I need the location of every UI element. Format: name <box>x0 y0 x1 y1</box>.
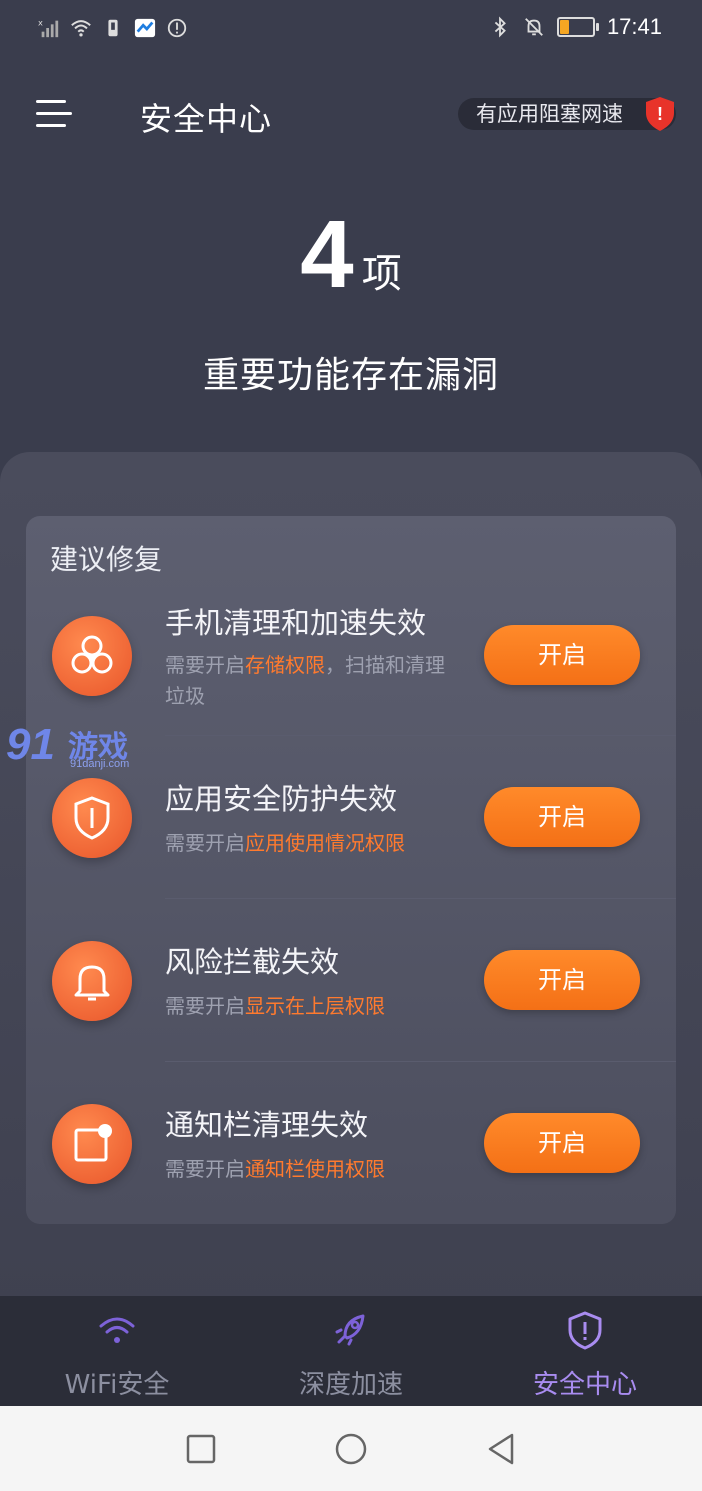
bottom-tab-bar: WiFi安全 深度加速 安全中心 <box>0 1296 702 1406</box>
sim-icon <box>108 19 118 37</box>
rocket-icon <box>335 1314 365 1346</box>
back-triangle-icon[interactable] <box>484 1432 518 1466</box>
alert-shield-icon: ! <box>646 97 674 131</box>
tab-security-center[interactable]: 安全中心 <box>468 1296 702 1406</box>
tab-deep-speedup[interactable]: 深度加速 <box>234 1296 468 1406</box>
svg-text:x: x <box>38 17 43 27</box>
bluetooth-icon <box>494 16 506 38</box>
recents-square-icon[interactable] <box>184 1432 218 1466</box>
tab-label: WiFi安全 <box>64 1370 170 1400</box>
enable-button[interactable]: 开启 <box>484 787 640 847</box>
enable-button[interactable]: 开启 <box>484 625 640 685</box>
fix-suggestions-card: 建议修复 手机清理和加速失效 需要开启存储权限，扫描和清理垃圾 开启 应用安全防… <box>26 516 676 1224</box>
card-title: 建议修复 <box>50 543 163 576</box>
tab-label: 深度加速 <box>298 1370 403 1400</box>
divider <box>165 898 676 899</box>
divider <box>165 1061 676 1062</box>
wifi-icon <box>99 1317 135 1343</box>
item-desc: 需要开启通知栏使用权限 <box>165 1157 385 1181</box>
network-alert-text: 有应用阻塞网速 <box>476 102 623 126</box>
item-name: 应用安全防护失效 <box>165 782 398 816</box>
mute-bell-icon <box>525 18 543 36</box>
page-title: 安全中心 <box>140 100 273 138</box>
svg-text:!: ! <box>657 104 663 124</box>
wifi-icon <box>71 20 91 37</box>
status-right-icons: 17:41 <box>489 14 662 40</box>
list-item-risk-intercept: 风险拦截失效 需要开启显示在上层权限 开启 <box>26 919 676 1082</box>
bell-icon <box>52 941 132 1021</box>
status-bar: x 17:41 <box>0 0 702 60</box>
battery-icon <box>556 17 599 37</box>
enable-button[interactable]: 开启 <box>484 950 640 1010</box>
item-desc: 需要开启显示在上层权限 <box>165 994 385 1018</box>
issue-count-number: 4 <box>300 201 354 308</box>
alert-circle-icon <box>167 18 187 38</box>
home-circle-icon[interactable] <box>334 1432 368 1466</box>
issue-count-unit: 项 <box>361 252 402 296</box>
issue-count: 4项 <box>0 200 702 310</box>
status-left-icons: x <box>38 16 188 40</box>
menu-icon[interactable] <box>36 98 72 132</box>
divider <box>165 735 676 736</box>
tab-label: 安全中心 <box>532 1370 637 1400</box>
watermark-logo: 91 游戏 91danji.com <box>6 720 130 770</box>
tab-wifi-security[interactable]: WiFi安全 <box>0 1296 234 1406</box>
shield-icon <box>52 778 132 858</box>
status-time: 17:41 <box>606 14 662 39</box>
enable-button[interactable]: 开启 <box>484 1113 640 1173</box>
item-name: 手机清理和加速失效 <box>165 606 427 640</box>
item-name: 通知栏清理失效 <box>165 1108 369 1142</box>
notification-badge-icon <box>52 1104 132 1184</box>
issue-summary: 重要功能存在漏洞 <box>202 355 499 396</box>
item-name: 风险拦截失效 <box>165 945 340 979</box>
network-alert-pill[interactable]: 有应用阻塞网速 ! <box>458 97 676 131</box>
system-nav-bar <box>0 1406 702 1491</box>
shield-alert-icon <box>568 1311 602 1350</box>
list-item-notification-cleanup: 通知栏清理失效 需要开启通知栏使用权限 开启 <box>26 1082 676 1245</box>
app-notification-icon <box>134 18 156 38</box>
item-desc: 需要开启应用使用情况权限 <box>165 831 405 855</box>
signal-icon: x <box>38 17 59 38</box>
list-item-app-protection: 应用安全防护失效 需要开启应用使用情况权限 开启 <box>26 756 676 919</box>
fan-icon <box>52 616 132 696</box>
item-desc: 需要开启存储权限，扫描和清理垃圾 <box>165 653 445 708</box>
